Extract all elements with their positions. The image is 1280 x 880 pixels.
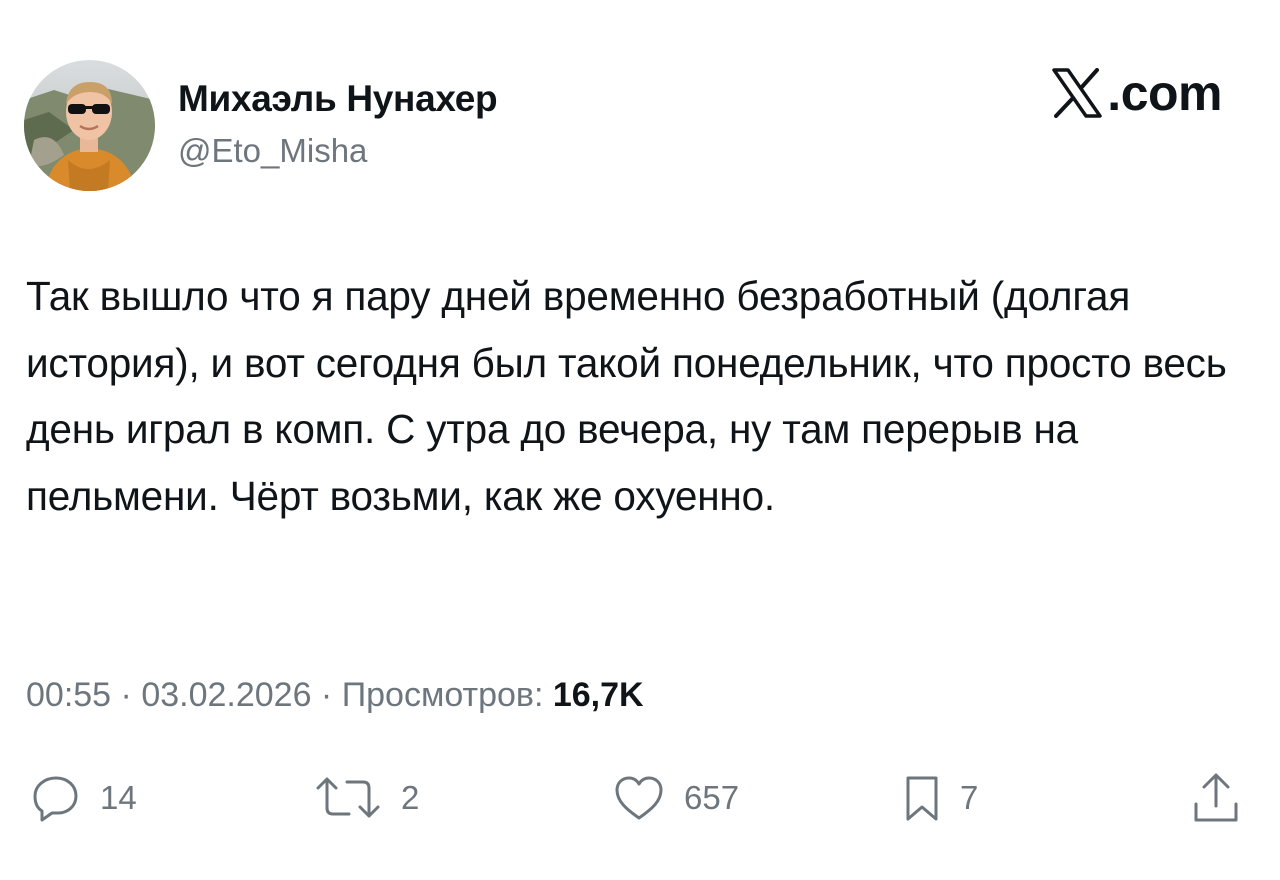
brand-text: .com [1107, 65, 1222, 121]
author-handle[interactable]: @Eto_Misha [178, 132, 367, 170]
action-bar: 14 2 657 7 [0, 768, 1280, 828]
views-label: Просмотров: [341, 676, 553, 714]
tweet-text: Так вышло что я пару дней временно безра… [26, 273, 1227, 519]
retweet-icon [316, 777, 380, 818]
x-logo-icon [1052, 68, 1103, 118]
bookmark-button[interactable]: 7 [902, 768, 978, 828]
meta-separator: · [311, 676, 342, 714]
avatar-image [24, 60, 155, 191]
heart-icon [615, 776, 663, 820]
reply-count: 14 [100, 779, 137, 816]
brand-watermark: .com [1051, 68, 1222, 118]
bookmark-count: 7 [960, 779, 979, 816]
retweet-button[interactable]: 2 [313, 768, 419, 828]
like-count: 657 [684, 779, 740, 816]
reply-icon [33, 776, 78, 822]
share-icon [1194, 773, 1238, 822]
reply-button[interactable]: 14 [30, 768, 137, 828]
tweet-meta: 00:55 · 03.02.2026 · Просмотров: 16,7K [26, 676, 644, 715]
share-button[interactable] [1190, 768, 1242, 828]
meta-separator: · [111, 676, 142, 714]
avatar[interactable] [24, 60, 155, 191]
bookmark-icon [906, 776, 938, 821]
tweet-card: Михаэль Нунахер @Eto_Misha .com Так вышл… [0, 0, 1280, 880]
tweet-date[interactable]: 03.02.2026 [141, 676, 311, 714]
retweet-count: 2 [401, 779, 420, 816]
tweet-time[interactable]: 00:55 [26, 676, 111, 714]
views-count[interactable]: 16,7K [553, 676, 644, 714]
like-button[interactable]: 657 [612, 768, 739, 828]
author-display-name[interactable]: Михаэль Нунахер [178, 78, 498, 120]
